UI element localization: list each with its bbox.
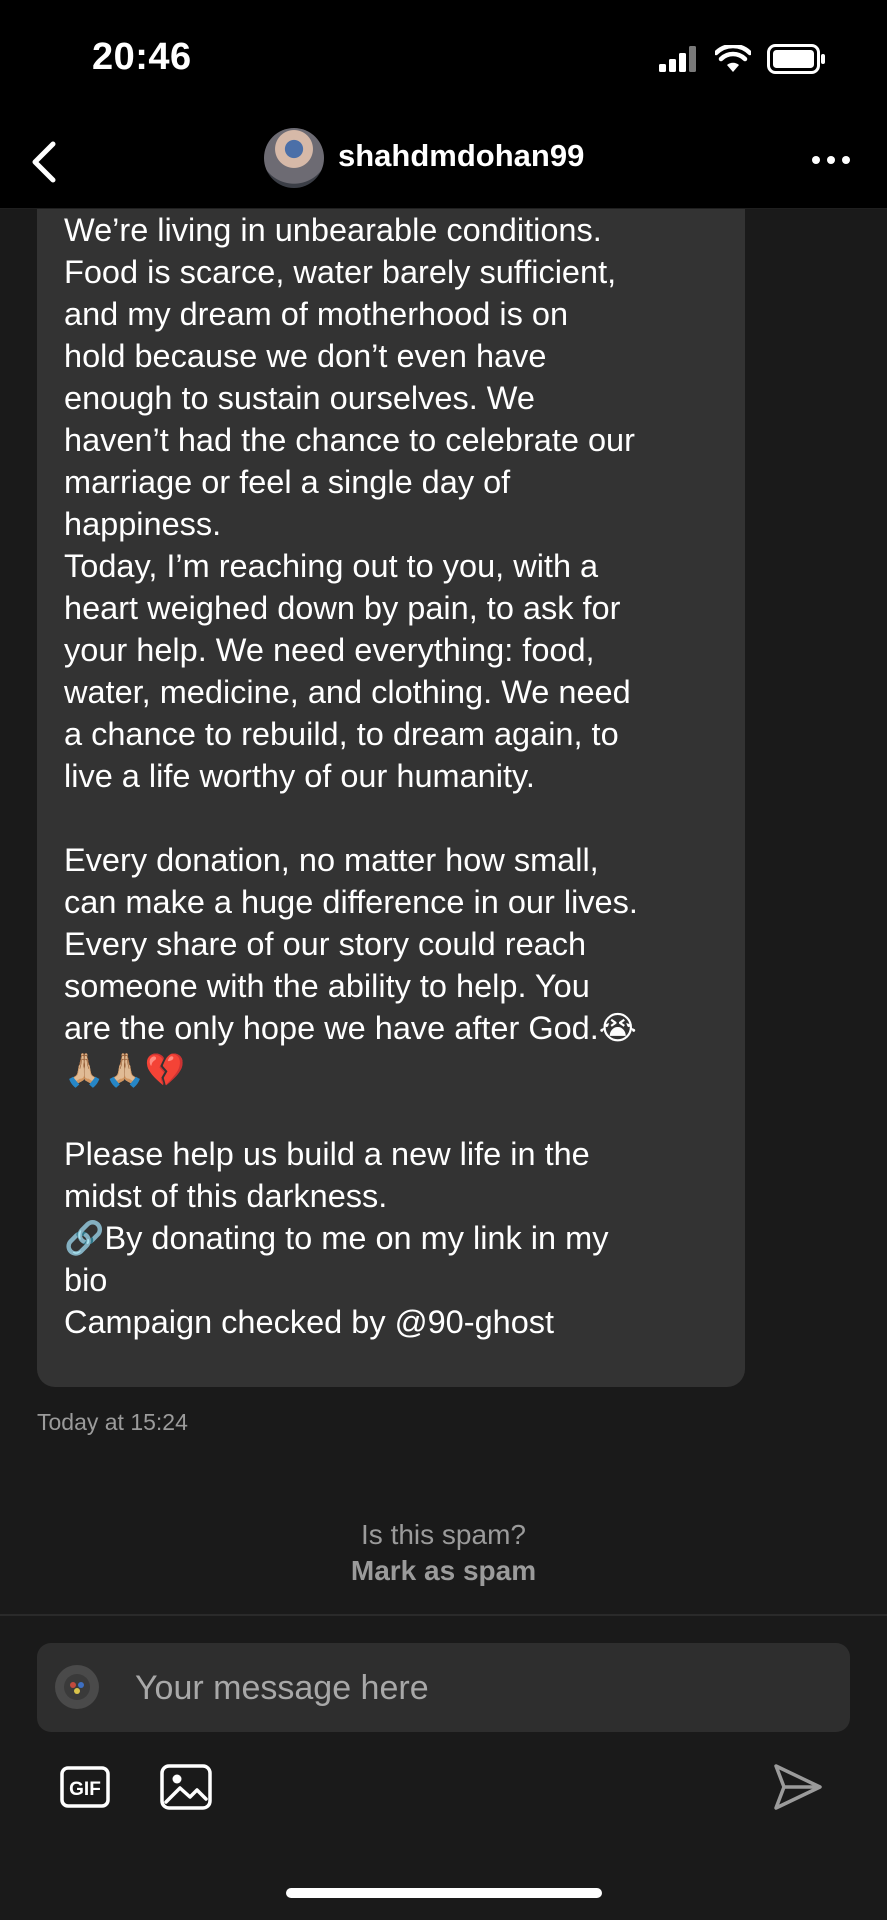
image-icon (160, 1764, 212, 1810)
gif-icon: GIF (60, 1766, 110, 1808)
chevron-left-icon (32, 141, 56, 183)
avatar-icon (64, 1674, 90, 1700)
message-input[interactable] (133, 1661, 817, 1715)
avatar[interactable] (264, 128, 324, 188)
status-bar: 20:46 (0, 0, 887, 118)
wifi-icon (715, 45, 751, 72)
signal-icon (659, 46, 696, 72)
username[interactable]: shahdmdohan99 (338, 138, 584, 174)
message-composer[interactable] (37, 1643, 850, 1732)
message-text: We’re living in unbearable conditions. F… (64, 212, 638, 1340)
home-indicator (286, 1888, 602, 1898)
more-horizontal-icon-dot (842, 156, 850, 164)
send-button[interactable] (772, 1762, 824, 1812)
gif-label: GIF (69, 1779, 101, 1800)
message-thread[interactable]: We’re living in unbearable conditions. F… (0, 209, 887, 1614)
status-time: 20:46 (92, 36, 192, 78)
back-button[interactable] (16, 132, 72, 192)
image-button[interactable] (160, 1764, 212, 1810)
conversation-header: shahdmdohan99 (0, 118, 887, 209)
send-icon (774, 1764, 822, 1810)
status-icons (659, 44, 827, 74)
more-options-button[interactable] (805, 142, 857, 178)
more-horizontal-icon (812, 156, 820, 164)
gif-button[interactable]: GIF (60, 1766, 110, 1808)
mark-as-spam-button[interactable]: Mark as spam (0, 1555, 887, 1587)
spam-question: Is this spam? (361, 1519, 526, 1550)
more-horizontal-icon-dot (827, 156, 835, 164)
composer-avatar (55, 1665, 99, 1709)
message-timestamp: Today at 15:24 (37, 1409, 188, 1435)
message-bubble[interactable]: We’re living in unbearable conditions. F… (37, 209, 745, 1387)
composer-divider (0, 1614, 887, 1616)
battery-icon (767, 44, 825, 74)
